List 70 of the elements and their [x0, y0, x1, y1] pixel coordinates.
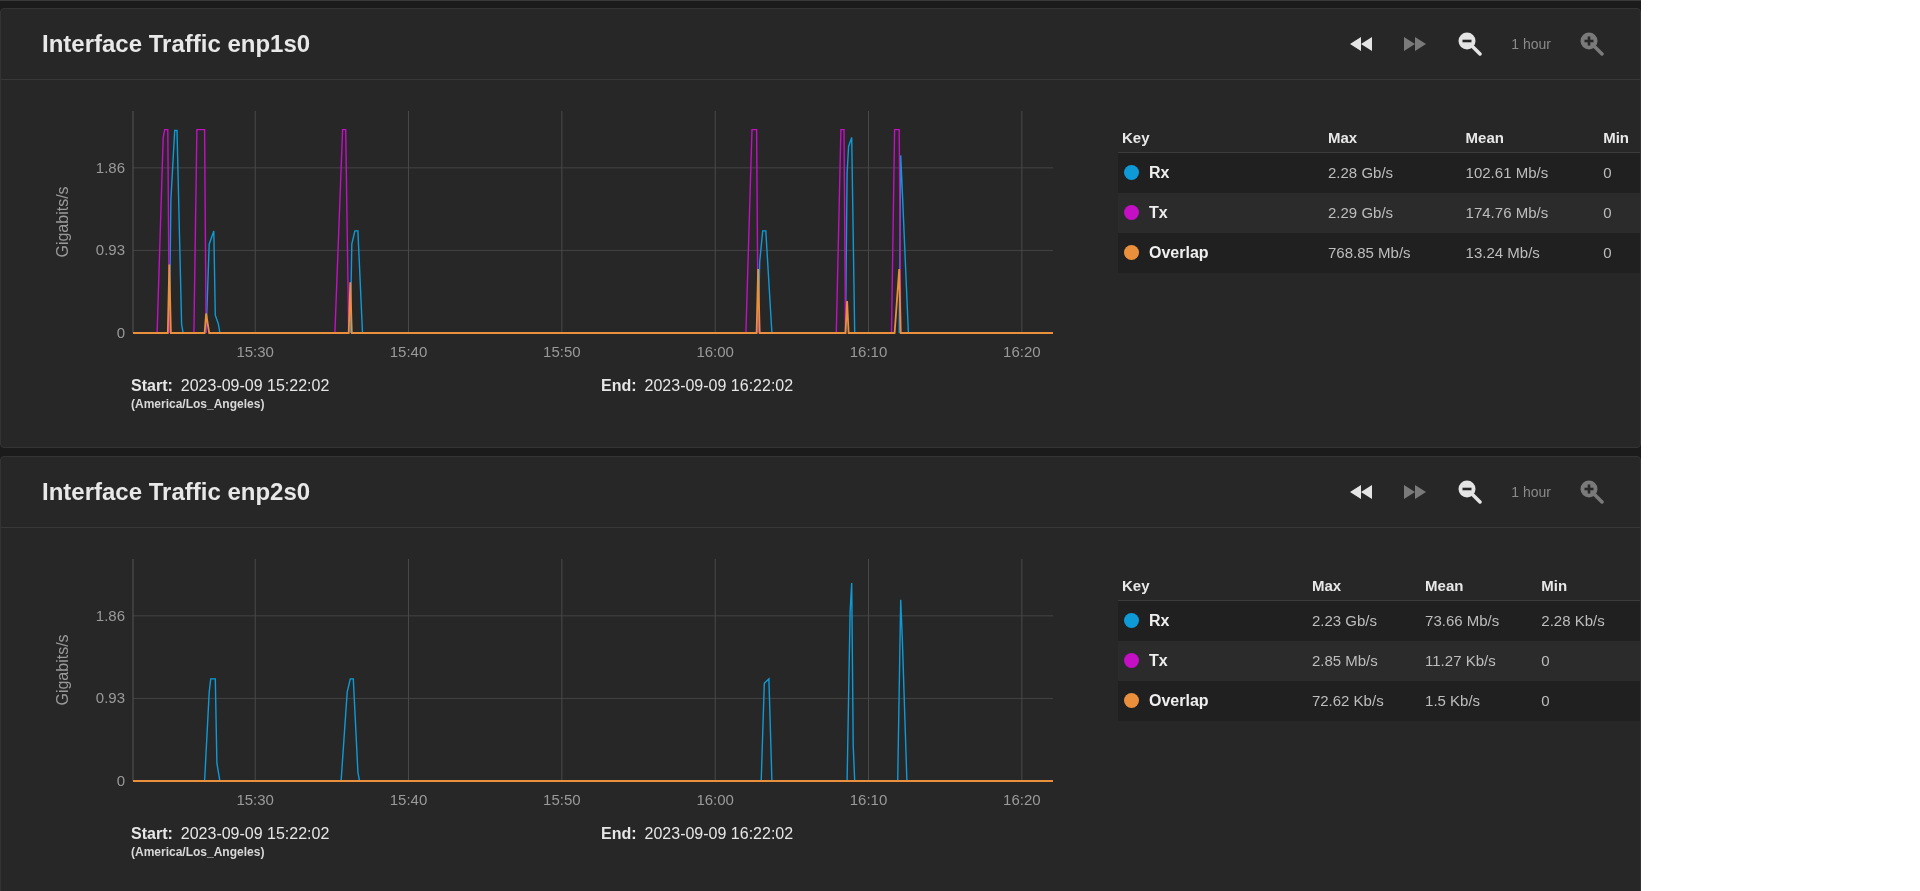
zoom-in-icon [1580, 480, 1604, 504]
table-cell: 0 [1537, 680, 1640, 721]
series-name: Overlap [1149, 691, 1209, 710]
table-cell: 0 [1599, 152, 1640, 193]
column-header: Mean [1461, 129, 1600, 153]
table-cell: 768.85 Mb/s [1324, 232, 1462, 273]
axis-tick-label: 15:50 [543, 343, 581, 360]
column-header: Key [1118, 577, 1308, 601]
panel-title: Interface Traffic enp1s0 [42, 30, 312, 58]
rewind-icon [1350, 485, 1373, 499]
axis-tick-label: 0 [116, 324, 125, 341]
axis-tick-label: 16:00 [696, 343, 734, 360]
column-header: Min [1599, 129, 1640, 153]
column-header: Max [1324, 129, 1462, 153]
timezone-label: (America/Los_Angeles) [131, 397, 266, 411]
axis-tick-label: 16:20 [1003, 791, 1041, 808]
table-cell: 2.85 Mb/s [1307, 640, 1422, 681]
timezone-label: (America/Los_Angeles) [131, 845, 266, 859]
table-cell: 1.5 Kb/s [1421, 680, 1538, 721]
column-header: Mean [1421, 577, 1538, 601]
axis-tick-label: 0 [116, 772, 125, 789]
table-cell: 11.27 Kb/s [1421, 640, 1538, 681]
axis-tick-label: 15:50 [543, 791, 581, 808]
table-cell: 13.24 Mb/s [1461, 232, 1600, 273]
table-cell: 0 [1599, 192, 1640, 233]
table-cell: 2.29 Gb/s [1324, 192, 1462, 233]
end-time: End: 2023-09-09 16:22:02 [601, 377, 795, 395]
column-header: Min [1537, 577, 1640, 601]
zoom-out-icon [1458, 480, 1483, 504]
axis-tick-label: 15:40 [389, 791, 428, 808]
table-cell: 0 [1537, 640, 1640, 681]
axis-tick-label: 15:40 [389, 343, 428, 360]
zoom-in-icon [1580, 32, 1604, 56]
panel-title: Interface Traffic enp2s0 [42, 478, 312, 506]
table-cell: 174.76 Mb/s [1461, 192, 1600, 233]
axis-tick-label: 15:30 [236, 791, 274, 808]
end-time: End: 2023-09-09 16:22:02 [601, 825, 795, 843]
start-time: Start: 2023-09-09 15:22:02 [131, 377, 331, 395]
axis-title: Gigabits/s [54, 186, 71, 258]
table-cell: 2.23 Gb/s [1307, 600, 1422, 641]
start-time: Start: 2023-09-09 15:22:02 [131, 825, 331, 843]
axis-tick-label: 16:20 [1003, 343, 1041, 360]
axis-tick-label: 15:30 [236, 343, 274, 360]
axis-tick-label: 0.93 [95, 689, 125, 707]
series-name: Overlap [1149, 243, 1209, 262]
series-name: Rx [1149, 611, 1170, 630]
axis-title: Gigabits/s [54, 634, 71, 706]
axis-tick-label: 1.86 [95, 606, 125, 624]
table-cell: 73.66 Mb/s [1421, 600, 1538, 641]
column-header: Key [1118, 129, 1324, 153]
table-cell: 2.28 Kb/s [1537, 600, 1640, 641]
time-range-label: 1 hour [1510, 36, 1552, 52]
column-header: Max [1307, 577, 1422, 601]
series-name: Tx [1149, 203, 1168, 222]
table-cell: 102.61 Mb/s [1461, 152, 1600, 193]
rewind-icon [1350, 37, 1373, 51]
series-name: Tx [1149, 651, 1168, 670]
table-cell: 72.62 Kb/s [1307, 680, 1422, 721]
table-cell: 2.28 Gb/s [1324, 152, 1462, 193]
axis-tick-label: 1.86 [95, 158, 125, 176]
axis-tick-label: 0.93 [95, 241, 125, 259]
series-name: Rx [1149, 163, 1170, 182]
axis-tick-label: 16:10 [849, 343, 888, 360]
fast-forward-icon [1404, 37, 1427, 51]
axis-tick-label: 16:10 [849, 791, 888, 808]
axis-tick-label: 16:00 [696, 791, 734, 808]
zoom-out-icon [1458, 32, 1483, 56]
fast-forward-icon [1404, 485, 1427, 499]
time-range-label: 1 hour [1510, 484, 1552, 500]
table-cell: 0 [1599, 232, 1640, 273]
